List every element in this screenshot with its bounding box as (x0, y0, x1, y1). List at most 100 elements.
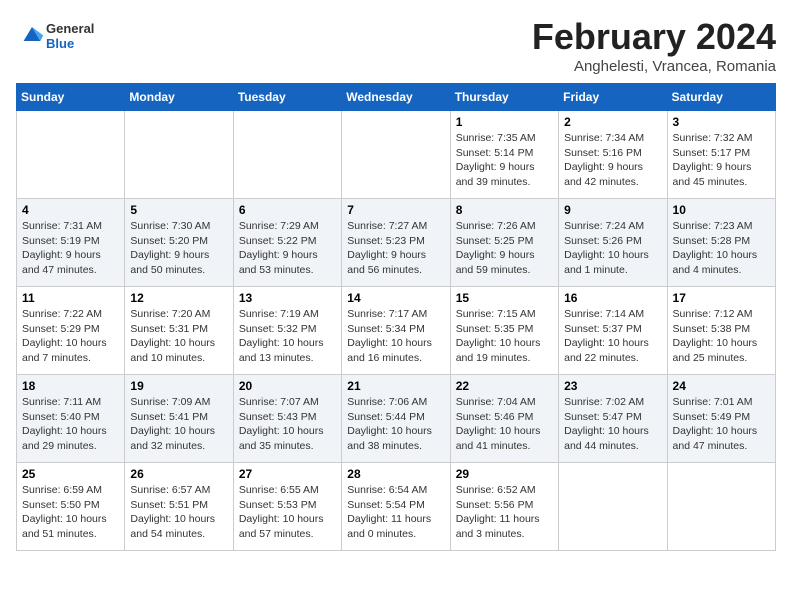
calendar-cell: 27 Sunrise: 6:55 AM Sunset: 5:53 PM Dayli… (233, 463, 341, 551)
calendar-cell: 25 Sunrise: 6:59 AM Sunset: 5:50 PM Dayli… (17, 463, 125, 551)
calendar-cell: 12 Sunrise: 7:20 AM Sunset: 5:31 PM Dayli… (125, 287, 233, 375)
column-header-saturday: Saturday (667, 84, 775, 111)
day-number: 26 (130, 467, 227, 481)
calendar-cell: 4 Sunrise: 7:31 AM Sunset: 5:19 PM Daylig… (17, 199, 125, 287)
day-number: 19 (130, 379, 227, 393)
day-number: 22 (456, 379, 553, 393)
week-row-2: 4 Sunrise: 7:31 AM Sunset: 5:19 PM Daylig… (17, 199, 776, 287)
day-info: Sunrise: 6:57 AM Sunset: 5:51 PM Dayligh… (130, 483, 227, 542)
calendar-cell: 22 Sunrise: 7:04 AM Sunset: 5:46 PM Dayli… (450, 375, 558, 463)
day-info: Sunrise: 7:19 AM Sunset: 5:32 PM Dayligh… (239, 307, 336, 366)
day-number: 3 (673, 115, 770, 129)
day-info: Sunrise: 7:07 AM Sunset: 5:43 PM Dayligh… (239, 395, 336, 454)
week-row-1: 1 Sunrise: 7:35 AM Sunset: 5:14 PM Daylig… (17, 111, 776, 199)
week-row-4: 18 Sunrise: 7:11 AM Sunset: 5:40 PM Dayli… (17, 375, 776, 463)
day-number: 1 (456, 115, 553, 129)
calendar-cell: 10Sunrise: 7:23 AM Sunset: 5:28 PM Dayli… (667, 199, 775, 287)
week-row-3: 11 Sunrise: 7:22 AM Sunset: 5:29 PM Dayli… (17, 287, 776, 375)
calendar-cell: 1 Sunrise: 7:35 AM Sunset: 5:14 PM Daylig… (450, 111, 558, 199)
calendar-cell: 26 Sunrise: 6:57 AM Sunset: 5:51 PM Dayli… (125, 463, 233, 551)
day-info: Sunrise: 7:17 AM Sunset: 5:34 PM Dayligh… (347, 307, 444, 366)
calendar-cell (233, 111, 341, 199)
calendar-body: 1 Sunrise: 7:35 AM Sunset: 5:14 PM Daylig… (17, 111, 776, 551)
day-number: 4 (22, 203, 119, 217)
day-number: 16 (564, 291, 661, 305)
day-info: Sunrise: 7:29 AM Sunset: 5:22 PM Dayligh… (239, 219, 336, 278)
day-info: Sunrise: 7:27 AM Sunset: 5:23 PM Dayligh… (347, 219, 444, 278)
logo-icon (18, 20, 46, 48)
day-info: Sunrise: 7:04 AM Sunset: 5:46 PM Dayligh… (456, 395, 553, 454)
calendar-cell: 28 Sunrise: 6:54 AM Sunset: 5:54 PM Dayli… (342, 463, 450, 551)
day-info: Sunrise: 7:12 AM Sunset: 5:38 PM Dayligh… (673, 307, 770, 366)
calendar-cell: 21Sunrise: 7:06 AM Sunset: 5:44 PM Dayli… (342, 375, 450, 463)
column-header-wednesday: Wednesday (342, 84, 450, 111)
calendar-cell: 29Sunrise: 6:52 AM Sunset: 5:56 PM Dayli… (450, 463, 558, 551)
logo: General Blue (16, 20, 94, 53)
calendar-cell: 16 Sunrise: 7:14 AM Sunset: 5:37 PM Dayli… (559, 287, 667, 375)
day-number: 12 (130, 291, 227, 305)
day-number: 5 (130, 203, 227, 217)
day-number: 8 (456, 203, 553, 217)
day-info: Sunrise: 7:30 AM Sunset: 5:20 PM Dayligh… (130, 219, 227, 278)
calendar-cell: 23 Sunrise: 7:02 AM Sunset: 5:47 PM Dayli… (559, 375, 667, 463)
day-number: 15 (456, 291, 553, 305)
day-number: 20 (239, 379, 336, 393)
calendar-cell (125, 111, 233, 199)
calendar-cell: 8 Sunrise: 7:26 AM Sunset: 5:25 PM Daylig… (450, 199, 558, 287)
day-number: 17 (673, 291, 770, 305)
page-header: General Blue February 2024 Anghelesti, V… (16, 16, 776, 75)
calendar-cell: 6 Sunrise: 7:29 AM Sunset: 5:22 PM Daylig… (233, 199, 341, 287)
day-number: 18 (22, 379, 119, 393)
calendar-cell: 15Sunrise: 7:15 AM Sunset: 5:35 PM Dayli… (450, 287, 558, 375)
day-info: Sunrise: 7:35 AM Sunset: 5:14 PM Dayligh… (456, 131, 553, 190)
calendar-cell: 14Sunrise: 7:17 AM Sunset: 5:34 PM Dayli… (342, 287, 450, 375)
day-info: Sunrise: 7:34 AM Sunset: 5:16 PM Dayligh… (564, 131, 661, 190)
calendar-cell: 17 Sunrise: 7:12 AM Sunset: 5:38 PM Dayli… (667, 287, 775, 375)
day-info: Sunrise: 7:31 AM Sunset: 5:19 PM Dayligh… (22, 219, 119, 278)
day-number: 11 (22, 291, 119, 305)
day-number: 27 (239, 467, 336, 481)
calendar-cell: 9Sunrise: 7:24 AM Sunset: 5:26 PM Daylig… (559, 199, 667, 287)
day-number: 2 (564, 115, 661, 129)
day-info: Sunrise: 7:02 AM Sunset: 5:47 PM Dayligh… (564, 395, 661, 454)
day-info: Sunrise: 7:23 AM Sunset: 5:28 PM Dayligh… (673, 219, 770, 278)
calendar-cell: 11 Sunrise: 7:22 AM Sunset: 5:29 PM Dayli… (17, 287, 125, 375)
day-info: Sunrise: 6:59 AM Sunset: 5:50 PM Dayligh… (22, 483, 119, 542)
day-info: Sunrise: 7:32 AM Sunset: 5:17 PM Dayligh… (673, 131, 770, 190)
calendar-header-row: SundayMondayTuesdayWednesdayThursdayFrid… (17, 84, 776, 111)
day-number: 13 (239, 291, 336, 305)
day-info: Sunrise: 7:14 AM Sunset: 5:37 PM Dayligh… (564, 307, 661, 366)
day-info: Sunrise: 7:09 AM Sunset: 5:41 PM Dayligh… (130, 395, 227, 454)
day-info: Sunrise: 6:55 AM Sunset: 5:53 PM Dayligh… (239, 483, 336, 542)
day-number: 21 (347, 379, 444, 393)
calendar-cell: 19 Sunrise: 7:09 AM Sunset: 5:41 PM Dayli… (125, 375, 233, 463)
day-info: Sunrise: 7:11 AM Sunset: 5:40 PM Dayligh… (22, 395, 119, 454)
day-info: Sunrise: 7:22 AM Sunset: 5:29 PM Dayligh… (22, 307, 119, 366)
day-number: 23 (564, 379, 661, 393)
day-number: 29 (456, 467, 553, 481)
calendar-cell (667, 463, 775, 551)
day-number: 25 (22, 467, 119, 481)
day-number: 24 (673, 379, 770, 393)
title-area: February 2024 Anghelesti, Vrancea, Roman… (532, 16, 776, 75)
column-header-sunday: Sunday (17, 84, 125, 111)
page-subtitle: Anghelesti, Vrancea, Romania (532, 58, 776, 75)
calendar-cell (342, 111, 450, 199)
column-header-friday: Friday (559, 84, 667, 111)
calendar-cell: 7Sunrise: 7:27 AM Sunset: 5:23 PM Daylig… (342, 199, 450, 287)
day-info: Sunrise: 6:54 AM Sunset: 5:54 PM Dayligh… (347, 483, 444, 542)
day-number: 28 (347, 467, 444, 481)
day-info: Sunrise: 7:24 AM Sunset: 5:26 PM Dayligh… (564, 219, 661, 278)
calendar-cell: 5 Sunrise: 7:30 AM Sunset: 5:20 PM Daylig… (125, 199, 233, 287)
day-info: Sunrise: 7:20 AM Sunset: 5:31 PM Dayligh… (130, 307, 227, 366)
column-header-thursday: Thursday (450, 84, 558, 111)
calendar-cell: 20 Sunrise: 7:07 AM Sunset: 5:43 PM Dayli… (233, 375, 341, 463)
day-number: 6 (239, 203, 336, 217)
week-row-5: 25 Sunrise: 6:59 AM Sunset: 5:50 PM Dayli… (17, 463, 776, 551)
calendar-table: SundayMondayTuesdayWednesdayThursdayFrid… (16, 83, 776, 551)
day-info: Sunrise: 7:26 AM Sunset: 5:25 PM Dayligh… (456, 219, 553, 278)
page-title: February 2024 (532, 16, 776, 58)
calendar-cell: 18 Sunrise: 7:11 AM Sunset: 5:40 PM Dayli… (17, 375, 125, 463)
calendar-cell: 13 Sunrise: 7:19 AM Sunset: 5:32 PM Dayli… (233, 287, 341, 375)
column-header-monday: Monday (125, 84, 233, 111)
